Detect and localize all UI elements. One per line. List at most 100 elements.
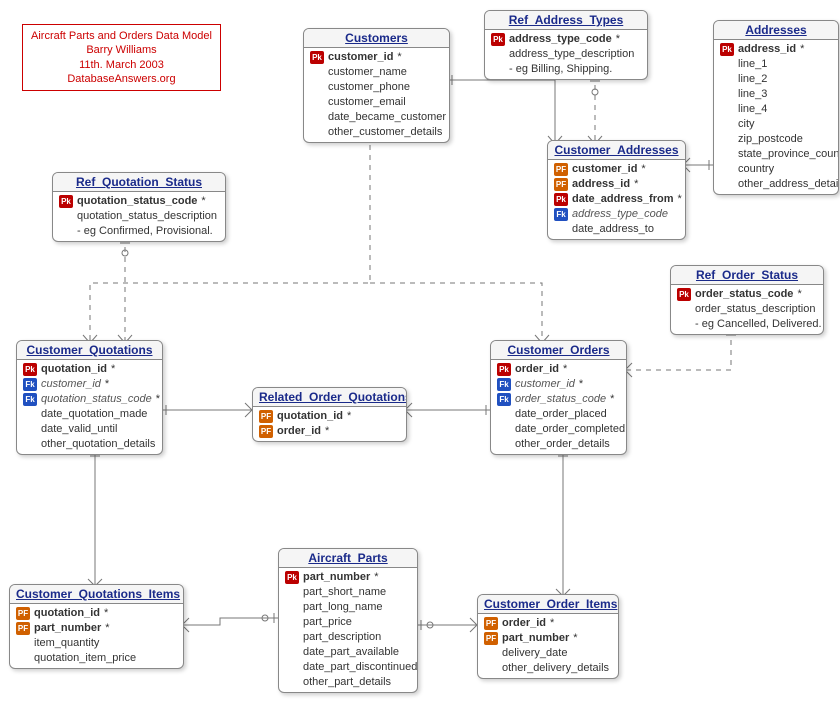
key-slot — [16, 637, 30, 650]
attr-row: order_status_description — [675, 302, 819, 317]
attr-name: other_part_details — [303, 675, 391, 690]
attr-name: date_became_customer — [328, 110, 446, 125]
attr-row: other_quotation_details — [21, 437, 158, 452]
pf-key-icon: PF — [16, 607, 30, 620]
fk-key-icon: Fk — [497, 378, 511, 391]
attr-row: date_valid_until — [21, 422, 158, 437]
attr-row: item_quantity — [14, 636, 179, 651]
attr-name: quotation_status_code — [41, 392, 152, 407]
attr-name: order_status_code — [515, 392, 606, 407]
attr-name: line_4 — [738, 102, 767, 117]
attr-row: Pkorder_id* — [495, 362, 622, 377]
key-slot — [677, 303, 691, 316]
required-marker: * — [397, 50, 401, 65]
entity-ref-quotation-status: Ref_Quotation_Status Pkquotation_status_… — [52, 172, 226, 242]
entity-title: Customers — [304, 29, 449, 48]
attr-row: customer_phone — [308, 80, 445, 95]
attr-name: delivery_date — [502, 646, 567, 661]
required-marker: * — [563, 362, 567, 377]
required-marker: * — [616, 32, 620, 47]
attr-row: - eg Confirmed, Provisional. — [57, 224, 221, 239]
key-slot — [285, 586, 299, 599]
attr-row: customer_name — [308, 65, 445, 80]
attr-row: part_long_name — [283, 600, 413, 615]
entity-title: Ref_Quotation_Status — [53, 173, 225, 192]
attr-name: date_part_available — [303, 645, 399, 660]
entity-ref-order-status: Ref_Order_Status Pkorder_status_code*ord… — [670, 265, 824, 335]
key-slot — [554, 223, 568, 236]
attr-row: quotation_item_price — [14, 651, 179, 666]
key-slot — [497, 408, 511, 421]
attr-row: Pkaddress_id* — [718, 42, 834, 57]
attr-row: date_became_customer — [308, 110, 445, 125]
pk-key-icon: Pk — [677, 288, 691, 301]
key-slot — [677, 318, 691, 331]
key-slot — [59, 225, 73, 238]
pk-key-icon: Pk — [491, 33, 505, 46]
attr-row: Fkquotation_status_code* — [21, 392, 158, 407]
entity-aircraft-parts: Aircraft_Parts Pkpart_number*part_short_… — [278, 548, 418, 693]
entity-title: Aircraft_Parts — [279, 549, 417, 568]
key-slot — [285, 676, 299, 689]
entity-customer-order-items: Customer_Order_Items PForder_id*PFpart_n… — [477, 594, 619, 679]
key-slot — [497, 423, 511, 436]
fk-key-icon: Fk — [23, 393, 37, 406]
attr-name: order_id — [502, 616, 546, 631]
attr-name: state_province_county — [738, 147, 839, 162]
required-marker: * — [800, 42, 804, 57]
attr-name: quotation_id — [277, 409, 343, 424]
fk-key-icon: Fk — [554, 208, 568, 221]
attr-name: country — [738, 162, 774, 177]
key-slot — [720, 103, 734, 116]
attr-name: date_valid_until — [41, 422, 117, 437]
attr-name: address_id — [572, 177, 630, 192]
attr-row: Pkcustomer_id* — [308, 50, 445, 65]
key-slot — [484, 647, 498, 660]
attr-name: date_quotation_made — [41, 407, 147, 422]
entity-addresses: Addresses Pkaddress_id*line_1line_2line_… — [713, 20, 839, 195]
attr-row: PFaddress_id* — [552, 177, 681, 192]
entity-title: Ref_Address_Types — [485, 11, 647, 30]
pf-key-icon: PF — [484, 617, 498, 630]
attr-name: other_address_details — [738, 177, 839, 192]
key-slot — [497, 438, 511, 451]
attr-name: date_address_from — [572, 192, 674, 207]
title-box: Aircraft Parts and Orders Data Model Bar… — [22, 24, 221, 91]
attr-row: Pkquotation_status_code* — [57, 194, 221, 209]
attr-row: Pkpart_number* — [283, 570, 413, 585]
attr-name: quotation_status_code — [77, 194, 197, 209]
attr-name: order_status_description — [695, 302, 815, 317]
required-marker: * — [111, 362, 115, 377]
attr-row: date_address_to — [552, 222, 681, 237]
key-slot — [491, 63, 505, 76]
attr-name: other_customer_details — [328, 125, 442, 140]
attr-row: date_part_discontinued — [283, 660, 413, 675]
attr-name: address_type_code — [509, 32, 612, 47]
pk-key-icon: Pk — [554, 193, 568, 206]
attr-name: address_id — [738, 42, 796, 57]
attr-row: PFpart_number* — [14, 621, 179, 636]
attr-row: customer_email — [308, 95, 445, 110]
entity-attrs: Pkaddress_id*line_1line_2line_3line_4cit… — [714, 40, 838, 194]
entity-customers: Customers Pkcustomer_id*customer_namecus… — [303, 28, 450, 143]
key-slot — [310, 81, 324, 94]
pk-key-icon: Pk — [23, 363, 37, 376]
attr-name: zip_postcode — [738, 132, 803, 147]
attr-name: - eg Cancelled, Delivered. — [695, 317, 822, 332]
pk-key-icon: Pk — [285, 571, 299, 584]
required-marker: * — [579, 377, 583, 392]
attr-name: part_number — [34, 621, 101, 636]
attr-row: PFquotation_id* — [257, 409, 402, 424]
entity-title: Ref_Order_Status — [671, 266, 823, 285]
attr-name: date_order_placed — [515, 407, 607, 422]
attr-name: part_number — [303, 570, 370, 585]
attr-row: other_part_details — [283, 675, 413, 690]
key-slot — [285, 661, 299, 674]
pk-key-icon: Pk — [310, 51, 324, 64]
key-slot — [720, 148, 734, 161]
entity-related-order-quotations: Related_Order_Quotations PFquotation_id*… — [252, 387, 407, 442]
attr-name: order_id — [277, 424, 321, 439]
attr-name: - eg Billing, Shipping. — [509, 62, 612, 77]
entity-title: Customer_Orders — [491, 341, 626, 360]
key-slot — [23, 438, 37, 451]
